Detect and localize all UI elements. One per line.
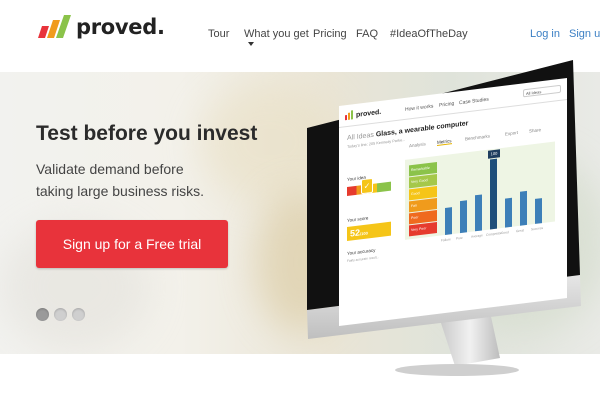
imac-product-image: proved. How it works Pricing Case Studie… xyxy=(305,58,585,378)
main-nav: Tour What you get Pricing FAQ #IdeaOfThe… xyxy=(0,28,600,48)
app-chart-x-label: Poor xyxy=(456,235,463,241)
nav-item-pricing[interactable]: Pricing xyxy=(313,28,347,40)
thumbs-up-icon: ✓ xyxy=(361,177,373,195)
app-chart-x-label: Good xyxy=(501,230,509,236)
app-accuracy-text: Fairly accurate result... xyxy=(347,255,380,264)
app-nav-item: Pricing xyxy=(439,100,455,109)
slider-dot-3[interactable] xyxy=(72,308,85,321)
nav-item-faq[interactable]: FAQ xyxy=(356,28,378,40)
nav-item-what-you-get-label: What you get xyxy=(244,28,309,40)
app-chart-bar xyxy=(475,194,482,232)
bar-chart-logo-icon xyxy=(351,110,353,120)
hero-subtitle-line: Validate demand before xyxy=(36,161,184,177)
app-chart-x-label: Success xyxy=(531,225,544,232)
app-score-label: Your score xyxy=(347,215,369,224)
app-chart-bar xyxy=(445,207,452,235)
app-breadcrumb: All Ideas xyxy=(347,131,374,143)
app-chart-bar xyxy=(520,190,527,226)
hero-subtitle-line: taking large business risks. xyxy=(36,183,205,199)
app-nav-item: How it works xyxy=(405,103,434,113)
app-idea-name: Glass, a wearable computer xyxy=(375,120,469,139)
app-chart-bar xyxy=(490,158,497,230)
app-chart-bar xyxy=(460,200,467,234)
app-tab-analysis: Analysis xyxy=(409,141,426,149)
nav-item-idea-of-the-day[interactable]: #IdeaOfTheDay xyxy=(390,28,468,40)
app-chart-x-label: Average xyxy=(471,233,483,239)
app-chart-x-label: Competitor xyxy=(486,231,502,237)
slider-dot-1[interactable] xyxy=(36,308,49,321)
app-screenshot: proved. How it works Pricing Case Studie… xyxy=(339,78,567,326)
login-link[interactable]: Log in xyxy=(530,28,560,40)
app-chart-x-label: Failure xyxy=(441,237,451,243)
app-tab-benchmarks: Benchmarks xyxy=(465,133,491,142)
nav-item-what-you-get[interactable]: What you get xyxy=(244,28,309,46)
free-trial-signup-button[interactable]: Sign up for a Free trial xyxy=(36,220,228,268)
signup-link[interactable]: Sign up xyxy=(569,28,600,40)
app-score-unit: /100 xyxy=(360,230,368,237)
hero-subtitle: Validate demand before taking large busi… xyxy=(36,158,204,202)
app-score-value: 52/100 xyxy=(347,221,391,242)
chevron-down-icon xyxy=(248,42,254,46)
bar-chart-logo-icon xyxy=(345,115,347,121)
app-logo: proved. xyxy=(345,107,382,121)
bar-chart-logo-icon xyxy=(348,112,350,120)
app-score-number: 52 xyxy=(350,227,361,239)
app-accuracy-label: Your accuracy xyxy=(347,247,376,257)
app-nav-item: Case Studies xyxy=(459,96,489,107)
slider-dot-2[interactable] xyxy=(54,308,67,321)
nav-item-tour[interactable]: Tour xyxy=(208,28,229,40)
app-idea-select: All Ideas xyxy=(523,84,561,98)
app-chart-bar xyxy=(505,197,512,228)
app-tab-share: Share xyxy=(529,127,542,134)
app-tab-export: Export xyxy=(505,130,519,137)
app-chart-x-label: Great xyxy=(516,228,524,234)
app-chart-bar xyxy=(535,198,542,224)
app-chart-bar-flag: 100 xyxy=(488,149,500,159)
app-logo-text: proved. xyxy=(355,108,382,119)
hero-title: Test before you invest xyxy=(36,122,258,145)
app-tab-metrics: Metrics xyxy=(437,138,452,146)
